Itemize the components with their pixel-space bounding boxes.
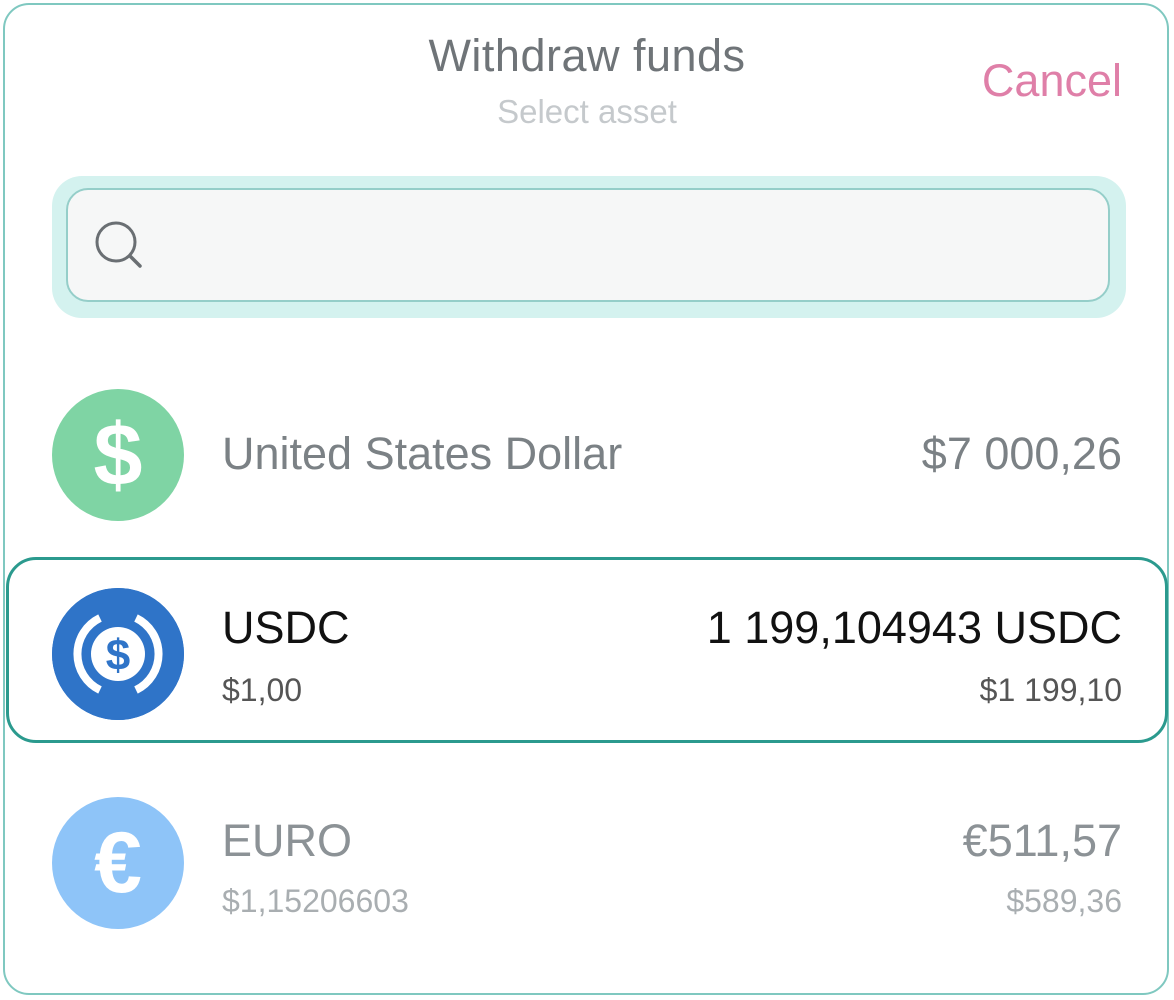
search-input[interactable]: [168, 190, 1092, 302]
asset-balance: 1 199,104943 USDC: [706, 602, 1122, 653]
cancel-button[interactable]: Cancel: [982, 55, 1122, 107]
asset-price: $1,15206603: [222, 883, 409, 919]
asset-balance-fiat: $1 199,10: [979, 672, 1122, 708]
search-box[interactable]: [66, 188, 1110, 302]
asset-balance: $7 000,26: [921, 428, 1122, 479]
usdc-icon-graphic: $: [52, 588, 184, 720]
asset-balance-fiat: $589,36: [1006, 883, 1122, 919]
euro-icon: €: [52, 797, 184, 929]
asset-price: $1,00: [222, 672, 303, 708]
search-focus-ring: [52, 176, 1126, 318]
usdc-icon: $: [52, 588, 184, 720]
search-icon: [95, 221, 142, 268]
asset-row-usd[interactable]: $ United States Dollar $7 000,26: [6, 385, 1168, 525]
asset-name: United States Dollar: [222, 428, 623, 479]
asset-name: USDC: [222, 602, 350, 653]
asset-row-euro[interactable]: € EURO €511,57 $1,15206603 $589,36: [6, 795, 1168, 935]
asset-name: EURO: [222, 815, 353, 866]
asset-balance: €511,57: [962, 815, 1122, 866]
svg-text:$: $: [106, 631, 130, 680]
asset-row-usdc[interactable]: $ USDC 1 199,104943 USDC $1,00 $1 199,10: [6, 557, 1168, 743]
dollar-icon: $: [52, 389, 184, 521]
